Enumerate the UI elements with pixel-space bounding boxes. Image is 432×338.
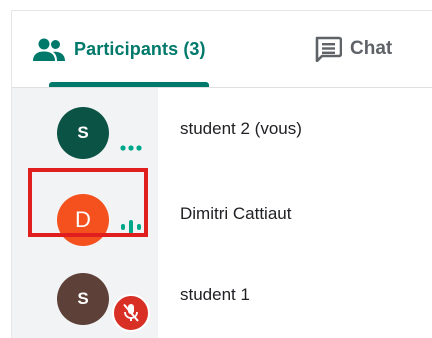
panel-tab-bar: Participants (3) Chat	[12, 11, 432, 88]
participant-name: student 1	[180, 285, 250, 304]
tab-participants[interactable]: Participants (3)	[32, 11, 206, 87]
people-icon	[32, 36, 66, 62]
participant-name: student 2 (vous)	[180, 119, 302, 138]
participant-list: S student 2 (vous) D Dimitri Cattiaut S …	[12, 88, 432, 338]
avatar-initial: S	[77, 289, 89, 308]
tab-chat-label: Chat	[350, 38, 393, 59]
tab-chat[interactable]: Chat	[314, 11, 392, 87]
mic-muted-icon	[112, 294, 150, 332]
tab-participants-label: Participants (3)	[74, 38, 206, 59]
avatar: S	[57, 273, 109, 325]
chat-bubble-icon	[314, 36, 344, 62]
participant-row[interactable]: S student 2 (vous)	[12, 88, 432, 171]
dots-icon	[120, 138, 142, 156]
highlight-annotation	[28, 168, 148, 237]
participant-row[interactable]: S student 1	[12, 254, 432, 337]
participant-name: Dimitri Cattiaut	[180, 204, 292, 223]
avatar: S	[57, 107, 109, 159]
meeting-side-panel: Participants (3) Chat S student 2 (vous)…	[11, 10, 432, 338]
avatar-initial: S	[77, 123, 89, 142]
active-tab-indicator	[49, 82, 209, 87]
